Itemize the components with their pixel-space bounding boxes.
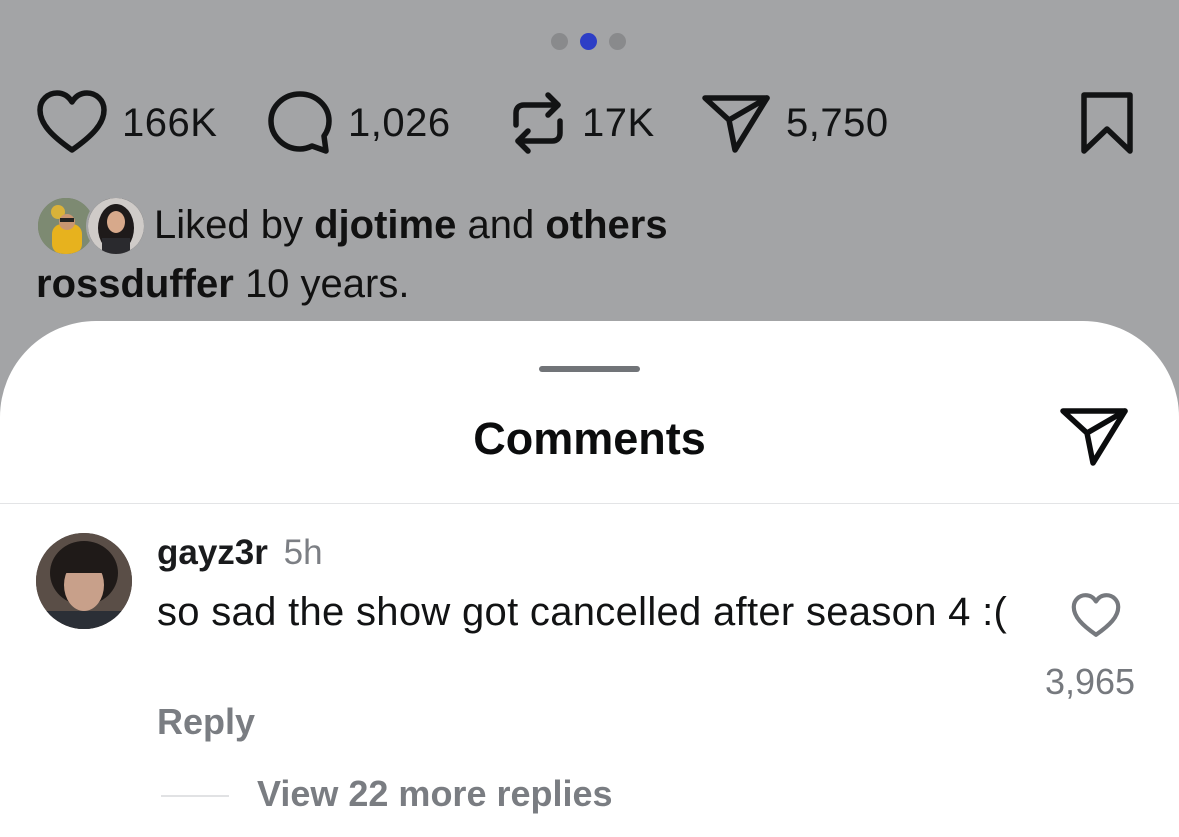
share-button[interactable]: 5,750 (700, 88, 889, 158)
sheet-grabber[interactable] (539, 366, 640, 372)
sheet-share-button[interactable] (1058, 403, 1130, 474)
caption-text: 10 years. (244, 262, 410, 306)
share-count: 5,750 (786, 100, 889, 145)
comment-header: gayz3r 5h (157, 533, 323, 573)
send-icon (702, 95, 770, 153)
reply-button[interactable]: Reply (157, 701, 255, 743)
save-button[interactable] (1078, 91, 1136, 160)
liked-by-others[interactable]: others (545, 203, 667, 247)
liked-by-text: Liked by djotime and others (154, 203, 668, 248)
liked-by-prefix: Liked by (154, 202, 303, 247)
caption-username[interactable]: rossduffer (36, 262, 234, 306)
avatar (86, 196, 146, 256)
liked-by-avatars (36, 194, 146, 256)
replies-divider (161, 795, 229, 797)
comment-button[interactable]: 1,026 (266, 88, 451, 158)
send-icon (1060, 408, 1128, 466)
post-caption: rossduffer 10 years. (36, 262, 409, 307)
liked-by-and: and (467, 202, 535, 247)
comment-count: 1,026 (348, 100, 451, 145)
liked-by-row[interactable]: Liked by djotime and others (36, 193, 668, 257)
post-action-bar: 166K 1,026 17K 5,750 (36, 88, 1146, 158)
repost-icon (513, 92, 563, 154)
comment-username[interactable]: gayz3r (157, 533, 268, 572)
comment-like-count: 3,965 (1044, 661, 1136, 702)
heart-icon (37, 90, 107, 153)
carousel-dot-active (580, 33, 597, 50)
bookmark-icon (1081, 92, 1133, 154)
carousel-dot (609, 33, 626, 50)
liked-by-user[interactable]: djotime (314, 203, 456, 247)
avatar[interactable] (36, 533, 132, 629)
comments-sheet: Comments gayz3r 5h so sad the show got c… (0, 321, 1179, 837)
carousel-indicator (551, 33, 626, 50)
comment-timestamp: 5h (283, 533, 323, 572)
comment-bubble-icon (268, 91, 332, 154)
heart-icon (1071, 593, 1121, 637)
sheet-title: Comments (473, 413, 706, 464)
comment-like-button[interactable] (1071, 593, 1121, 644)
repost-count: 17K (582, 100, 655, 145)
repost-button[interactable]: 17K (508, 88, 655, 158)
like-button[interactable]: 166K (36, 88, 217, 158)
like-count: 166K (122, 100, 218, 145)
divider (0, 503, 1179, 504)
comment-text: so sad the show got cancelled after seas… (157, 590, 1008, 634)
carousel-dot (551, 33, 568, 50)
view-more-replies-button[interactable]: View 22 more replies (257, 773, 613, 815)
